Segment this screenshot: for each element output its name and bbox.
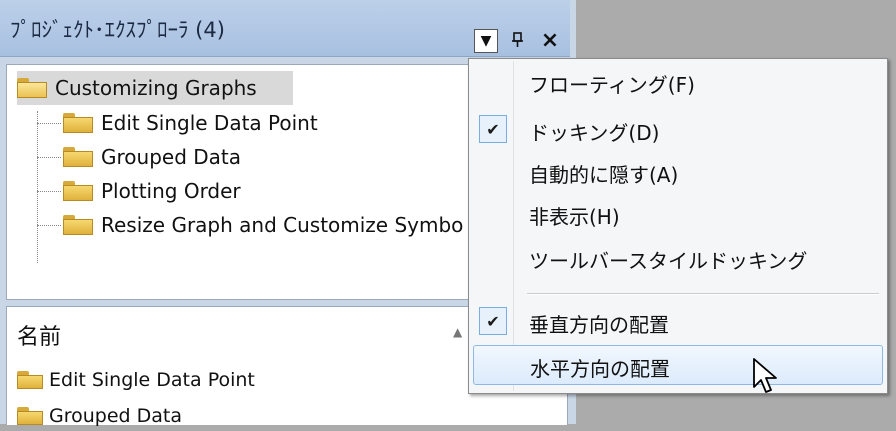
folder-icon (17, 371, 43, 389)
close-button[interactable]: × (537, 27, 563, 53)
tree-item[interactable]: Resize Graph and Customize Symbo (63, 209, 463, 241)
folder-icon (63, 215, 93, 235)
folder-icon (63, 147, 93, 167)
menu-separator (527, 293, 879, 295)
list-item[interactable]: Grouped Data (17, 401, 182, 431)
checkmark-icon: ✔ (479, 115, 507, 143)
tree-connector (37, 157, 61, 158)
pin-button[interactable] (505, 28, 531, 52)
folder-icon (63, 113, 93, 133)
folder-icon (63, 181, 93, 201)
sort-ascending-icon: ▲ (453, 325, 463, 339)
column-header-name[interactable]: 名前 (17, 319, 61, 351)
menu-item-vertical-layout[interactable]: ✔ 垂直方向の配置 (471, 303, 885, 341)
list-item-label: Edit Single Data Point (49, 369, 255, 391)
menu-item-label: ドッキング(D) (529, 121, 660, 145)
menu-item-toolbar-style-docking[interactable]: ツールバースタイルドッキング (471, 239, 885, 277)
menu-item-floating[interactable]: フローティング(F) (471, 63, 885, 101)
menu-item-docking[interactable]: ✔ ドッキング(D) (471, 111, 885, 149)
tree-connector (37, 225, 61, 226)
menu-item-auto-hide[interactable]: 自動的に隠す(A) (471, 153, 885, 191)
menu-item-hide[interactable]: 非表示(H) (471, 195, 885, 233)
pin-icon (512, 32, 523, 47)
tree-item-label: Grouped Data (101, 145, 241, 169)
tree-item[interactable]: Edit Single Data Point (63, 107, 318, 139)
tree-root-label: Customizing Graphs (55, 76, 257, 100)
panel-titlebar[interactable]: ﾌﾟﾛｼﾞｪｸﾄ･ｴｸｽﾌﾟﾛｰﾗ (4) ▼ × (0, 0, 570, 57)
menu-item-label: 非表示(H) (529, 205, 620, 229)
folder-icon (17, 407, 43, 425)
list-item[interactable]: Edit Single Data Point (17, 365, 255, 395)
menu-item-label: 自動的に隠す(A) (529, 163, 679, 187)
menu-item-horizontal-layout[interactable]: 水平方向の配置 (473, 345, 883, 385)
mouse-pointer-icon (753, 358, 777, 393)
panel-title: ﾌﾟﾛｼﾞｪｸﾄ･ｴｸｽﾌﾟﾛｰﾗ (4) (10, 18, 225, 42)
menu-item-label: 垂直方向の配置 (529, 313, 669, 337)
chevron-down-icon: ▼ (480, 33, 492, 49)
menu-item-label: フローティング(F) (529, 73, 695, 97)
tree-item[interactable]: Grouped Data (63, 141, 241, 173)
tree-root-folder[interactable]: Customizing Graphs (17, 71, 293, 105)
tree-connector (37, 191, 61, 192)
tree-connector (37, 123, 61, 124)
tree-item-label: Edit Single Data Point (101, 111, 318, 135)
tree-item[interactable]: Plotting Order (63, 175, 241, 207)
tree-item-label: Plotting Order (101, 179, 241, 203)
open-folder-icon (17, 78, 47, 98)
close-icon: × (540, 27, 560, 53)
checkmark-icon: ✔ (479, 307, 507, 335)
dock-options-menu: フローティング(F) ✔ ドッキング(D) 自動的に隠す(A) 非表示(H) ツ… (468, 58, 888, 394)
window-position-dropdown-button[interactable]: ▼ (474, 29, 498, 53)
tree-connector (37, 111, 38, 263)
menu-item-label: ツールバースタイルドッキング (529, 249, 808, 273)
menu-item-label: 水平方向の配置 (530, 357, 670, 381)
tree-item-label: Resize Graph and Customize Symbo (101, 213, 464, 237)
